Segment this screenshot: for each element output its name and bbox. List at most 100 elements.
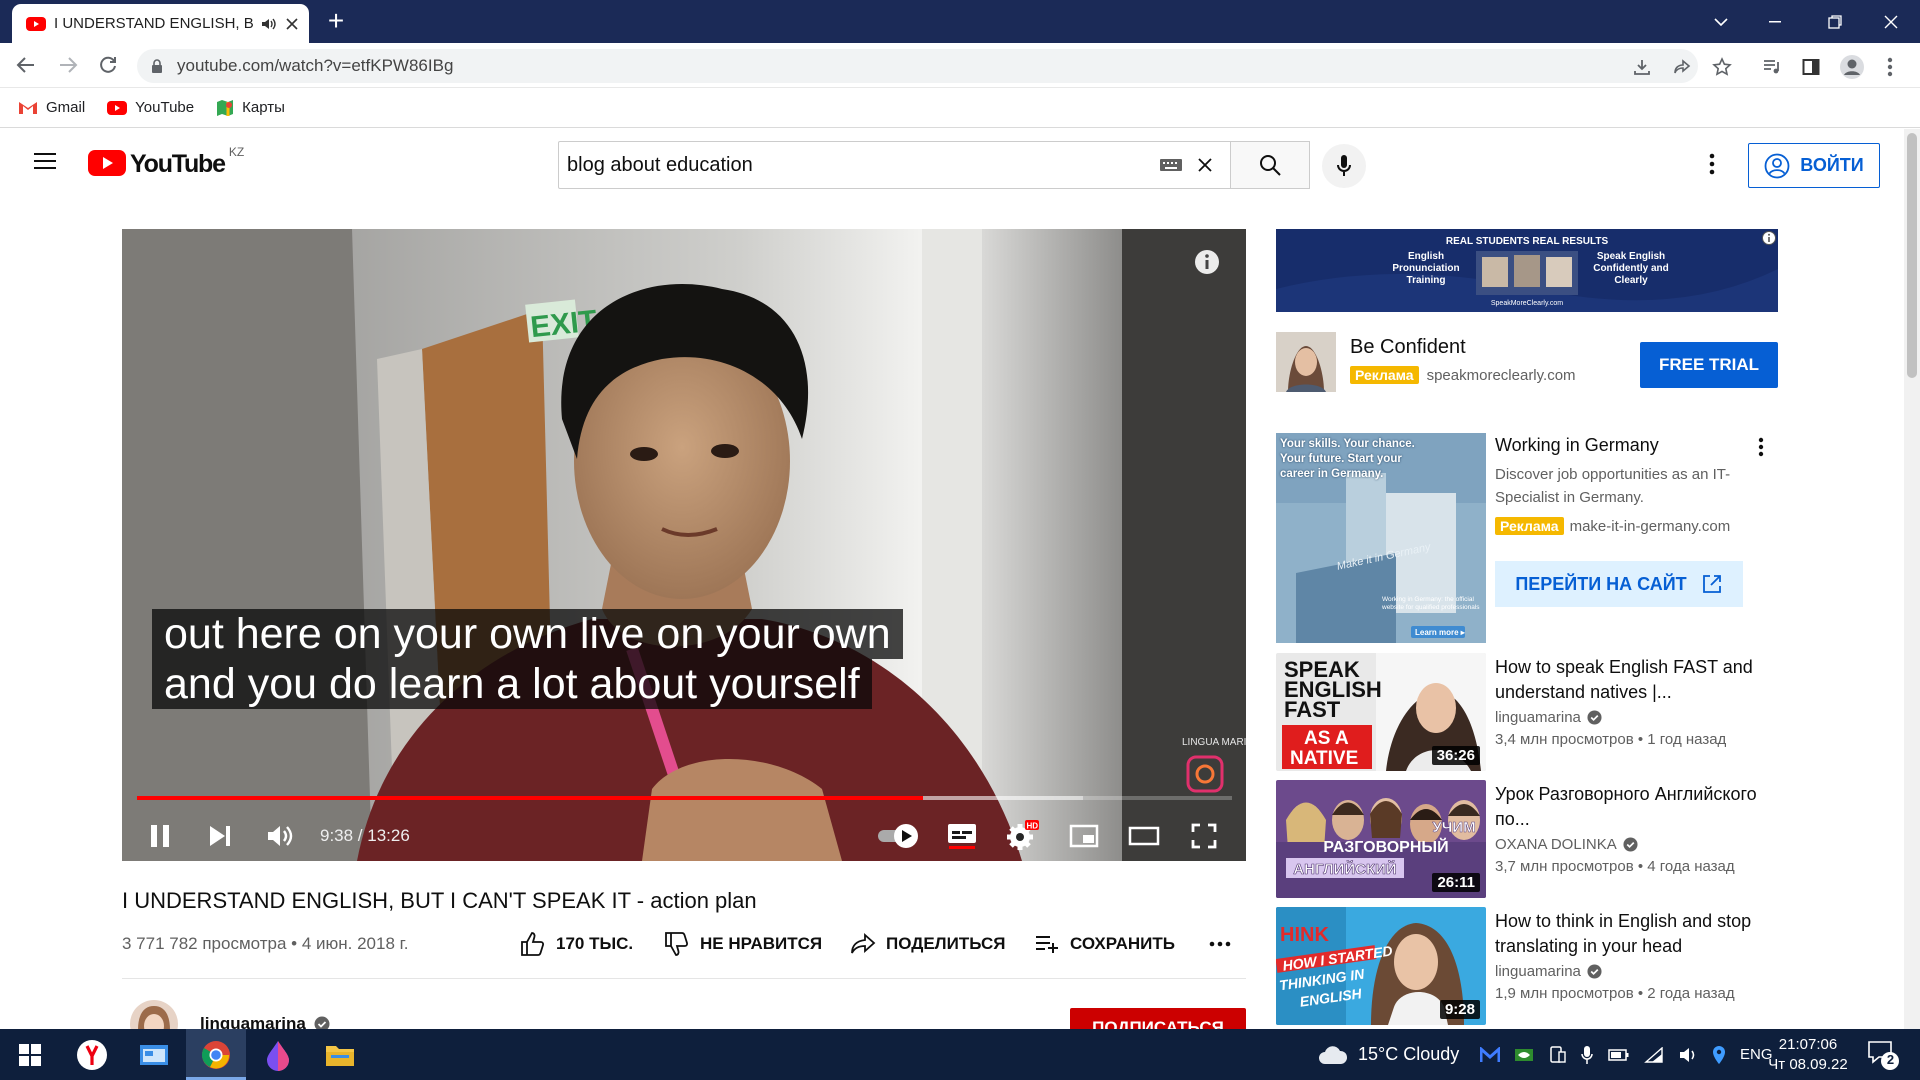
close-window-button[interactable]: [1862, 0, 1920, 43]
info-card-button[interactable]: [1194, 249, 1220, 275]
ad-info-icon[interactable]: [1762, 231, 1776, 245]
captions-button[interactable]: [940, 811, 984, 861]
verified-badge-icon: [1587, 710, 1602, 725]
pause-button[interactable]: [140, 811, 180, 861]
video-duration: 26:11: [1432, 873, 1480, 892]
m-app-tray-icon[interactable]: [1480, 1046, 1500, 1063]
notification-center-button[interactable]: 2: [1866, 1039, 1902, 1071]
chrome-menu-button[interactable]: [1876, 53, 1904, 81]
bookmark-maps[interactable]: Карты: [216, 99, 285, 117]
dislike-button[interactable]: НЕ НРАВИТСЯ: [664, 924, 822, 964]
minimize-button[interactable]: [1746, 0, 1804, 43]
promo-thumb-text: Your skills. Your chance. Your future. S…: [1280, 438, 1415, 480]
player-controls: 9:38 / 13:26 HD: [122, 811, 1246, 861]
playlist-add-icon: [1036, 936, 1058, 953]
install-app-button[interactable]: [1628, 53, 1656, 81]
recommended-video[interactable]: SPEAK ENGLISH FAST AS A NATIVE 36:26 How to…: [1276, 653, 1786, 775]
channel-name[interactable]: OXANA DOLINKA: [1495, 836, 1617, 853]
start-button[interactable]: [0, 1029, 60, 1080]
tab-close-icon[interactable]: [285, 17, 299, 31]
microphone-tray-icon[interactable]: [1580, 1045, 1594, 1065]
tab-search-button[interactable]: [1692, 0, 1750, 43]
settings-button[interactable]: HD: [1000, 811, 1044, 861]
volume-tray-icon[interactable]: [1678, 1046, 1698, 1064]
nvidia-tray-icon[interactable]: [1514, 1047, 1534, 1063]
guide-menu-button[interactable]: [32, 151, 60, 175]
media-controls-button[interactable]: [1758, 53, 1786, 81]
keyboard-icon[interactable]: [1159, 157, 1183, 173]
share-label: ПОДЕЛИТЬСЯ: [886, 934, 1006, 953]
video-title[interactable]: Урок Разговорного Английского по...: [1495, 782, 1765, 832]
video-thumbnail[interactable]: SPEAK ENGLISH FAST AS A NATIVE 36:26: [1276, 653, 1486, 771]
progress-bar[interactable]: [137, 796, 1232, 800]
video-title[interactable]: How to speak English FAST and understand…: [1495, 655, 1765, 705]
share-button[interactable]: ПОДЕЛИТЬСЯ: [850, 924, 1006, 964]
save-button[interactable]: СОХРАНИТЬ: [1034, 924, 1175, 964]
video-thumbnail[interactable]: УЧИМ РАЗГОВОРНЫЙ АНГЛИЙСКИЙ 26:11: [1276, 780, 1486, 898]
like-button[interactable]: 170 ТЫС.: [520, 924, 633, 964]
bookmark-youtube[interactable]: YouTube: [107, 99, 194, 116]
more-vertical-icon[interactable]: [1758, 437, 1764, 457]
battery-tray-icon[interactable]: [1608, 1048, 1630, 1062]
ad-banner[interactable]: REAL STUDENTS REAL RESULTS SpeakMoreClea…: [1276, 229, 1778, 312]
voice-search-button[interactable]: [1322, 144, 1366, 188]
omnibox[interactable]: youtube.com/watch?v=etfKPW86IBg: [137, 49, 1698, 83]
microphone-icon: [1337, 155, 1351, 176]
taskbar-chrome[interactable]: [186, 1029, 246, 1080]
autoplay-toggle[interactable]: [874, 811, 924, 861]
taskbar-drop-app[interactable]: [248, 1029, 308, 1080]
back-button[interactable]: [10, 49, 42, 81]
browser-tab[interactable]: I UNDERSTAND ENGLISH, BU: [12, 4, 309, 43]
recommended-video[interactable]: УЧИМ РАЗГОВОРНЫЙ АНГЛИЙСКИЙ 26:11 Урок Р…: [1276, 780, 1786, 902]
page-scrollbar[interactable]: [1904, 129, 1920, 1029]
location-tray-icon[interactable]: [1712, 1045, 1726, 1065]
arrow-left-icon: [16, 57, 34, 73]
promo-thumbnail[interactable]: Your skills. Your chance. Your future. S…: [1276, 433, 1486, 643]
search-button[interactable]: [1230, 141, 1310, 189]
audio-playing-icon[interactable]: [261, 17, 277, 31]
taskbar-explorer-app[interactable]: [124, 1029, 184, 1080]
more-actions-button[interactable]: [1208, 924, 1232, 964]
promo-card[interactable]: Your skills. Your chance. Your future. S…: [1276, 433, 1786, 643]
recommended-video[interactable]: HINK HOW I STARTEDTHINKING INENGLISH 9:2…: [1276, 907, 1786, 1029]
search-box[interactable]: blog about education: [558, 141, 1310, 189]
video-title[interactable]: How to think in English and stop transla…: [1495, 909, 1765, 959]
video-thumbnail[interactable]: HINK HOW I STARTEDTHINKING INENGLISH 9:2…: [1276, 907, 1486, 1025]
search-input[interactable]: blog about education: [567, 154, 1159, 177]
taskbar-file-explorer[interactable]: [310, 1029, 370, 1080]
wifi-tray-icon[interactable]: [1644, 1046, 1664, 1063]
devices-tray-icon[interactable]: [1548, 1045, 1566, 1064]
promo-title[interactable]: Working in Germany: [1495, 435, 1659, 456]
next-button[interactable]: [200, 811, 240, 861]
channel-name[interactable]: linguamarina: [1495, 963, 1581, 980]
channel-name[interactable]: linguamarina: [1495, 709, 1581, 726]
scrollbar-thumb[interactable]: [1907, 133, 1917, 378]
forward-button[interactable]: [52, 49, 84, 81]
taskbar-yandex[interactable]: [62, 1029, 122, 1080]
mute-button[interactable]: [260, 811, 300, 861]
new-tab-button[interactable]: +: [320, 7, 352, 36]
free-trial-button[interactable]: FREE TRIAL: [1640, 342, 1778, 388]
weather-widget[interactable]: 15°C Cloudy: [1318, 1029, 1459, 1080]
sign-in-button[interactable]: ВОЙТИ: [1748, 143, 1880, 188]
ad-row[interactable]: Be Confident Реклама speakmoreclearly.co…: [1276, 330, 1778, 394]
bookmark-gmail[interactable]: Gmail: [18, 99, 85, 116]
side-panel-button[interactable]: [1797, 53, 1825, 81]
share-page-button[interactable]: [1668, 53, 1696, 81]
system-clock[interactable]: 21:07:06 Чт 08.09.22: [1768, 1035, 1848, 1075]
reload-button[interactable]: [92, 49, 124, 81]
bookmark-star-button[interactable]: [1708, 53, 1736, 81]
video-player[interactable]: EXIT LINGUA MARINA out here on your own …: [122, 229, 1246, 861]
fullscreen-button[interactable]: [1182, 811, 1226, 861]
clear-search-icon[interactable]: [1197, 157, 1213, 173]
profile-button[interactable]: [1838, 53, 1866, 81]
restore-button[interactable]: [1806, 0, 1864, 43]
thumb-text: АНГЛИЙСКИЙ: [1293, 860, 1396, 878]
visit-site-button[interactable]: ПЕРЕЙТИ НА САЙТ: [1495, 561, 1743, 607]
theater-mode-button[interactable]: [1122, 811, 1166, 861]
youtube-logo[interactable]: YouTube KZ: [88, 145, 244, 179]
miniplayer-icon: [1069, 824, 1099, 848]
windows-logo-icon: [19, 1043, 41, 1066]
miniplayer-button[interactable]: [1062, 811, 1106, 861]
settings-menu-button[interactable]: [1700, 151, 1724, 179]
